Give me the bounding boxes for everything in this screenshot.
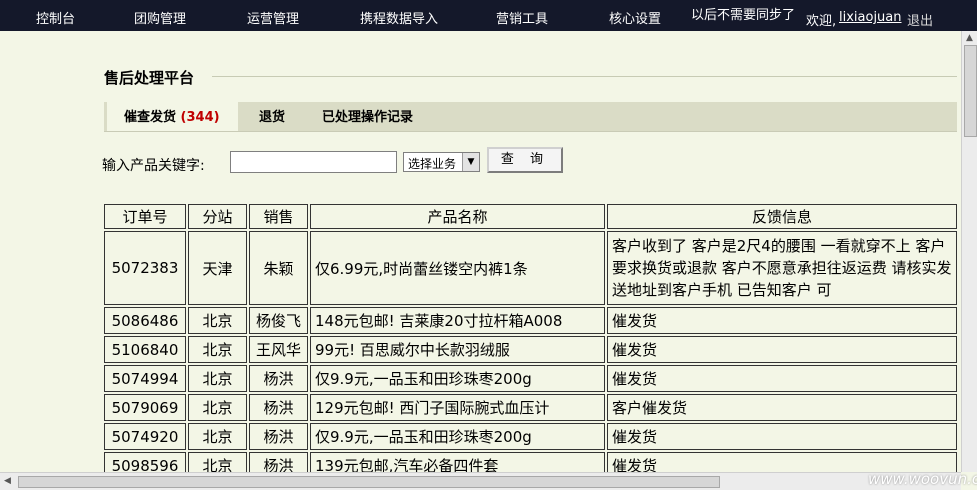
product-name-cell: 148元包邮! 吉莱康20寸拉杆箱A008 [310, 307, 605, 334]
site-cell: 北京 [188, 394, 247, 421]
nav-item-groupbuy[interactable]: 团购管理 [134, 8, 186, 27]
site-cell: 北京 [188, 307, 247, 334]
site-cell: 天津 [188, 231, 247, 305]
feedback-cell: 催发货 [607, 336, 957, 363]
vertical-scroll-thumb[interactable] [964, 45, 977, 137]
tab-urge-shipment-count: (344) [180, 110, 220, 125]
search-label: 输入产品关键字: [102, 158, 205, 174]
sales-cell: 杨俊飞 [249, 307, 308, 334]
table-row[interactable]: 5086486 北京 杨俊飞 148元包邮! 吉莱康20寸拉杆箱A008 催发货 [104, 307, 957, 334]
order-id-cell: 5074994 [104, 365, 186, 392]
site-cell: 北京 [188, 336, 247, 363]
scroll-up-icon[interactable]: ▲ [966, 33, 973, 43]
nav-item-operations[interactable]: 运营管理 [247, 8, 299, 27]
sales-cell: 朱颖 [249, 231, 308, 305]
product-name-cell: 仅6.99元,时尚蕾丝镂空内裤1条 [310, 231, 605, 305]
orders-table: 订单号 分站 销售 产品名称 反馈信息 5072383 天津 朱颖 仅6.99元,时尚… [102, 202, 959, 481]
product-keyword-input[interactable] [230, 151, 397, 173]
order-id-cell: 5072383 [104, 231, 186, 305]
horizontal-scroll-thumb[interactable] [18, 476, 720, 488]
feedback-cell: 催发货 [607, 423, 957, 450]
search-button[interactable]: 查 询 [487, 147, 563, 173]
order-id-cell: 5074920 [104, 423, 186, 450]
business-select-value: 选择业务 [408, 157, 457, 171]
table-row[interactable]: 5074994 北京 杨洪 仅9.9元,一品玉和田珍珠枣200g 催发货 [104, 365, 957, 392]
nav-item-ctrip-import[interactable]: 携程数据导入 [360, 8, 438, 27]
table-row[interactable]: 5106840 北京 王风华 99元! 百思威尔中长款羽绒服 催发货 [104, 336, 957, 363]
logout-link[interactable]: 退出 [907, 10, 933, 29]
scroll-left-icon[interactable]: ◀ [4, 476, 11, 486]
tab-urge-shipment[interactable]: 催查发货 (344) [107, 102, 238, 131]
tab-processed-history[interactable]: 已处理操作记录 [322, 102, 413, 131]
sync-notice[interactable]: 以后不需要同步了 [691, 4, 795, 23]
feedback-cell: 客户收到了 客户是2尺4的腰围 一看就穿不上 客户要求换货或退款 客户不愿意承担… [607, 231, 957, 305]
product-name-cell: 仅9.9元,一品玉和田珍珠枣200g [310, 423, 605, 450]
tab-bar: 催查发货 (344) 退货 已处理操作记录 [104, 102, 957, 132]
top-navigation-bar: 控制台 团购管理 运营管理 携程数据导入 营销工具 核心设置 以后不需要同步了 … [0, 0, 977, 31]
feedback-cell: 催发货 [607, 307, 957, 334]
table-header-row: 订单号 分站 销售 产品名称 反馈信息 [104, 204, 957, 229]
tab-urge-shipment-label: 催查发货 [124, 110, 177, 125]
order-id-cell: 5079069 [104, 394, 186, 421]
sales-cell: 杨洪 [249, 423, 308, 450]
welcome-text: 欢迎, [806, 14, 837, 29]
sales-cell: 杨洪 [249, 394, 308, 421]
product-name-cell: 99元! 百思威尔中长款羽绒服 [310, 336, 605, 363]
orders-table-container: 订单号 分站 销售 产品名称 反馈信息 5072383 天津 朱颖 仅6.99元,时尚… [102, 202, 959, 481]
horizontal-scrollbar[interactable]: ◀ [0, 472, 961, 490]
business-select[interactable]: 选择业务 ▼ [403, 152, 480, 172]
table-row[interactable]: 5079069 北京 杨洪 129元包邮! 西门子国际腕式血压计 客户催发货 [104, 394, 957, 421]
tab-return[interactable]: 退货 [259, 102, 285, 131]
column-header-sales: 销售 [249, 204, 308, 229]
column-header-order-id: 订单号 [104, 204, 186, 229]
product-name-cell: 仅9.9元,一品玉和田珍珠枣200g [310, 365, 605, 392]
order-id-cell: 5086486 [104, 307, 186, 334]
column-header-site: 分站 [188, 204, 247, 229]
site-cell: 北京 [188, 423, 247, 450]
nav-item-dashboard[interactable]: 控制台 [36, 8, 75, 27]
feedback-cell: 催发货 [607, 365, 957, 392]
vertical-scrollbar[interactable]: ▲ [961, 31, 977, 472]
column-header-feedback: 反馈信息 [607, 204, 957, 229]
product-name-cell: 129元包邮! 西门子国际腕式血压计 [310, 394, 605, 421]
chevron-down-icon[interactable]: ▼ [462, 153, 479, 171]
username-link[interactable]: lixiaojuan [839, 10, 902, 25]
watermark-text: www.woovun.org [868, 470, 977, 488]
nav-item-marketing[interactable]: 营销工具 [496, 8, 548, 27]
page-title: 售后处理平台 [104, 69, 195, 87]
table-row[interactable]: 5074920 北京 杨洪 仅9.9元,一品玉和田珍珠枣200g 催发货 [104, 423, 957, 450]
feedback-cell: 客户催发货 [607, 394, 957, 421]
nav-item-core-settings[interactable]: 核心设置 [609, 8, 661, 27]
sales-cell: 杨洪 [249, 365, 308, 392]
table-row[interactable]: 5072383 天津 朱颖 仅6.99元,时尚蕾丝镂空内裤1条 客户收到了 客户是2尺… [104, 231, 957, 305]
column-header-product: 产品名称 [310, 204, 605, 229]
title-divider [212, 76, 957, 77]
site-cell: 北京 [188, 365, 247, 392]
sales-cell: 王风华 [249, 336, 308, 363]
order-id-cell: 5106840 [104, 336, 186, 363]
